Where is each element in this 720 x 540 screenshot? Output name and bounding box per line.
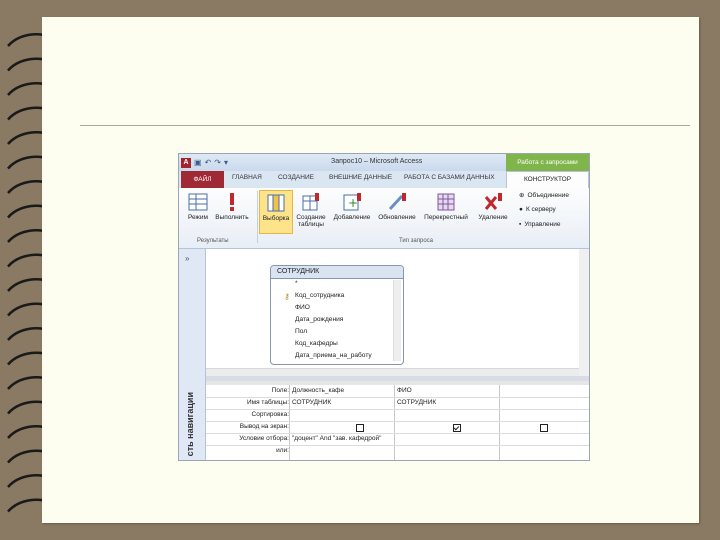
- exclamation-icon: [221, 192, 243, 212]
- delete-button[interactable]: Удаление: [473, 190, 513, 234]
- show-checkbox-2[interactable]: [453, 424, 461, 432]
- query-design-grid[interactable]: Поле: Имя таблицы: Сортировка: Вывод на …: [206, 381, 589, 460]
- table-title: СОТРУДНИК: [271, 266, 403, 279]
- field-list-scrollbar[interactable]: [393, 280, 401, 361]
- pass-through-button[interactable]: ● К серверу: [519, 206, 556, 213]
- save-icon[interactable]: ▣: [194, 158, 202, 167]
- update-button[interactable]: Обновление: [375, 190, 419, 234]
- row-label-show: Вывод на экран:: [239, 423, 289, 430]
- append-label: Добавление: [333, 214, 371, 221]
- union-button[interactable]: ⊕ Объединение: [519, 191, 570, 200]
- field-item[interactable]: Дата_рождения: [295, 316, 343, 323]
- tab-create[interactable]: СОЗДАНИЕ: [278, 174, 314, 181]
- grid-row-line: [206, 421, 589, 422]
- select-query-icon: [265, 193, 287, 213]
- group-label-query-type: Тип запроса: [399, 238, 434, 244]
- field-item[interactable]: Пол: [295, 328, 307, 335]
- window-title: Запрос10 – Microsoft Access: [331, 158, 423, 165]
- row-label-or: или:: [276, 447, 289, 454]
- make-table-label-2: таблицы: [298, 221, 324, 228]
- make-table-label-1: Создание: [296, 214, 326, 221]
- grid-cell-field-1[interactable]: Должность_кафе: [292, 387, 344, 394]
- append-button[interactable]: + Добавление: [331, 190, 373, 234]
- tab-database-tools[interactable]: РАБОТА С БАЗАМИ ДАННЫХ: [404, 174, 495, 181]
- grid-row-line: [206, 397, 589, 398]
- run-label: Выполнить: [215, 214, 249, 221]
- tab-file[interactable]: ФАЙЛ: [181, 171, 224, 188]
- primary-key-icon: ⚷: [284, 292, 290, 301]
- pass-through-label: К серверу: [525, 206, 556, 213]
- crosstab-label: Перекрестный: [424, 214, 468, 221]
- grid-header-strip: [206, 381, 589, 385]
- crosstab-icon: [435, 192, 457, 212]
- customize-dropdown-icon[interactable]: ▾: [224, 158, 228, 167]
- row-label-criteria: Условие отбора:: [239, 435, 289, 442]
- title-rule-line: [80, 125, 690, 126]
- design-vertical-scrollbar[interactable]: [579, 249, 589, 376]
- delete-x-icon: [482, 192, 504, 212]
- tab-home[interactable]: ГЛАВНАЯ: [232, 174, 262, 181]
- field-item[interactable]: Код_сотрудника: [295, 292, 344, 299]
- navigation-pane[interactable]: » сть навигации: [179, 249, 206, 460]
- expand-pane-icon[interactable]: »: [185, 254, 189, 263]
- field-item[interactable]: Код_кафедры: [295, 340, 338, 347]
- grid-cell-criteria-1[interactable]: "доцент" And "зав. кафедрой": [292, 435, 381, 442]
- data-definition-label: Управление: [524, 221, 561, 228]
- grid-cell-table-1[interactable]: СОТРУДНИК: [292, 399, 331, 406]
- view-button[interactable]: Режим: [181, 190, 215, 234]
- field-item[interactable]: ФИО: [295, 304, 310, 311]
- data-definition-button[interactable]: ▪ Управление: [519, 221, 560, 228]
- svg-text:+: +: [348, 196, 358, 210]
- crosstab-button[interactable]: Перекрестный: [421, 190, 471, 234]
- context-tab-query-tools: Работа с запросами: [506, 154, 589, 171]
- select-query-button[interactable]: Выборка: [259, 190, 293, 234]
- pencil-icon: [386, 192, 408, 212]
- run-button[interactable]: Выполнить: [215, 190, 249, 234]
- show-checkbox-1[interactable]: [356, 424, 364, 432]
- grid-row-line: [206, 409, 589, 410]
- query-design-area[interactable]: СОТРУДНИК * ⚷ Код_сотрудника ФИО Дата_ро…: [206, 249, 589, 376]
- append-icon: +: [341, 192, 363, 212]
- group-separator: [257, 191, 258, 243]
- make-table-button[interactable]: Создание таблицы: [293, 190, 329, 234]
- update-label: Обновление: [378, 214, 416, 221]
- view-label: Режим: [187, 214, 209, 221]
- show-checkbox-3[interactable]: [540, 424, 548, 432]
- undo-icon[interactable]: ↶: [205, 158, 212, 167]
- navigation-pane-label: сть навигации: [185, 391, 195, 456]
- row-label-sort: Сортировка:: [251, 411, 289, 418]
- row-label-table: Имя таблицы:: [246, 399, 289, 406]
- group-label-results: Результаты: [197, 238, 229, 244]
- make-table-icon: [300, 192, 322, 212]
- tab-external-data[interactable]: ВНЕШНИЕ ДАННЫЕ: [329, 174, 392, 181]
- data-definition-icon: ▪: [519, 221, 522, 228]
- union-icon: ⊕: [519, 192, 525, 199]
- datasheet-view-icon: [187, 192, 209, 212]
- grid-row-line: [206, 433, 589, 434]
- select-label: Выборка: [262, 215, 290, 222]
- tab-designer[interactable]: КОНСТРУКТОР: [506, 171, 589, 188]
- field-item[interactable]: Дата_приема_на_работу: [295, 352, 372, 359]
- ribbon: Режим Выполнить Результаты Выборка Созда…: [179, 188, 589, 249]
- union-label: Объединение: [527, 191, 570, 199]
- row-label-field: Поле:: [271, 387, 289, 394]
- quick-access-toolbar: А ▣ ↶ ↷ ▾: [181, 156, 228, 169]
- globe-icon: ●: [519, 206, 523, 213]
- title-bar: А ▣ ↶ ↷ ▾ Запрос10 – Microsoft Access Ра…: [179, 154, 589, 171]
- field-item[interactable]: *: [295, 280, 298, 287]
- grid-row-line: [206, 445, 589, 446]
- grid-cell-table-2[interactable]: СОТРУДНИК: [397, 399, 436, 406]
- redo-icon[interactable]: ↷: [214, 158, 221, 167]
- access-app-icon[interactable]: А: [181, 157, 191, 168]
- grid-cell-field-2[interactable]: ФИО: [397, 387, 412, 394]
- table-field-list[interactable]: СОТРУДНИК * ⚷ Код_сотрудника ФИО Дата_ро…: [270, 265, 404, 365]
- access-window-screenshot: А ▣ ↶ ↷ ▾ Запрос10 – Microsoft Access Ра…: [178, 153, 590, 461]
- delete-label: Удаление: [478, 214, 508, 221]
